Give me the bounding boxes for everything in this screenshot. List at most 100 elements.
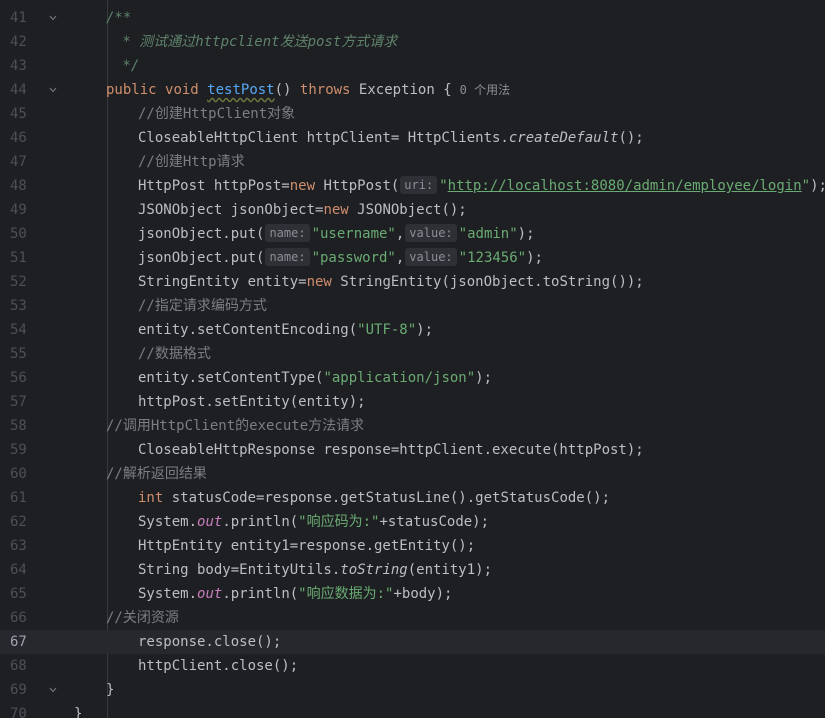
line-number[interactable]: 44 bbox=[0, 78, 50, 102]
chevron-down-icon[interactable] bbox=[48, 6, 62, 30]
line-number[interactable]: 42 bbox=[0, 30, 50, 54]
line-number[interactable]: 63 bbox=[0, 534, 50, 558]
chevron-down-icon[interactable] bbox=[48, 78, 62, 102]
line-number[interactable]: 69 bbox=[0, 678, 50, 702]
code-text[interactable]: } bbox=[106, 678, 114, 702]
code-line[interactable]: 65 System.out.println("响应数据为:"+body); bbox=[0, 582, 825, 606]
code-text[interactable]: response.close(); bbox=[138, 630, 281, 654]
code-line[interactable]: 49 JSONObject jsonObject=new JSONObject()… bbox=[0, 198, 825, 222]
code-line[interactable]: 66 //关闭资源 bbox=[0, 606, 825, 630]
code-line[interactable]: 69} bbox=[0, 678, 825, 702]
code-text[interactable]: httpPost.setEntity(entity); bbox=[138, 390, 366, 414]
line-number[interactable]: 56 bbox=[0, 366, 50, 390]
code-line[interactable]: 55 //数据格式 bbox=[0, 342, 825, 366]
code-token: , bbox=[395, 226, 405, 242]
keyword: new bbox=[306, 274, 341, 290]
code-text[interactable]: CloseableHttpResponse response=httpClien… bbox=[138, 438, 644, 462]
code-line[interactable]: 67 response.close(); bbox=[0, 630, 825, 654]
code-line[interactable]: 58 //调用HttpClient的execute方法请求 bbox=[0, 414, 825, 438]
code-text[interactable]: //解析返回结果 bbox=[106, 462, 207, 486]
code-token: HttpPost( bbox=[323, 178, 400, 194]
chevron-down-icon[interactable] bbox=[48, 678, 62, 702]
code-text[interactable]: jsonObject.put(name: "username", value: "ad… bbox=[138, 222, 535, 246]
line-number[interactable]: 59 bbox=[0, 438, 50, 462]
code-line[interactable]: 64 String body=EntityUtils.toString(entit… bbox=[0, 558, 825, 582]
code-line[interactable]: 44 public void testPost() throws Exceptio… bbox=[0, 78, 825, 102]
code-line[interactable]: 50 jsonObject.put(name: "username", value: "… bbox=[0, 222, 825, 246]
code-text[interactable]: JSONObject jsonObject=new JSONObject(); bbox=[138, 198, 467, 222]
code-text[interactable]: CloseableHttpClient httpClient= HttpClie… bbox=[138, 126, 644, 150]
code-line[interactable]: 45 //创建HttpClient对象 bbox=[0, 102, 825, 126]
code-text[interactable]: jsonObject.put(name: "password", value: "12… bbox=[138, 246, 543, 270]
code-line[interactable]: 57 httpPost.setEntity(entity); bbox=[0, 390, 825, 414]
code-text[interactable]: //指定请求编码方式 bbox=[138, 294, 267, 318]
code-token: ); bbox=[810, 178, 825, 194]
code-line[interactable]: 70} bbox=[0, 702, 825, 718]
code-text[interactable]: //创建Http请求 bbox=[138, 150, 245, 174]
code-text[interactable]: int statusCode=response.getStatusLine().… bbox=[138, 486, 610, 510]
code-text[interactable]: HttpEntity entity1=response.getEntity(); bbox=[138, 534, 475, 558]
code-text[interactable]: public void testPost() throws Exception … bbox=[106, 78, 510, 102]
line-number[interactable]: 50 bbox=[0, 222, 50, 246]
code-text[interactable]: */ bbox=[114, 54, 139, 78]
code-line[interactable]: 52 StringEntity entity=new StringEntity(j… bbox=[0, 270, 825, 294]
line-number[interactable]: 45 bbox=[0, 102, 50, 126]
line-number[interactable]: 43 bbox=[0, 54, 50, 78]
line-number[interactable]: 65 bbox=[0, 582, 50, 606]
code-text[interactable]: * 测试通过httpclient发送post方式请求 bbox=[114, 30, 397, 54]
code-line[interactable]: 54 entity.setContentEncoding("UTF-8"); bbox=[0, 318, 825, 342]
code-line[interactable]: 60 //解析返回结果 bbox=[0, 462, 825, 486]
line-number[interactable]: 60 bbox=[0, 462, 50, 486]
line-number[interactable]: 70 bbox=[0, 702, 50, 718]
code-line[interactable]: 59 CloseableHttpResponse response=httpCli… bbox=[0, 438, 825, 462]
code-line[interactable]: 53 //指定请求编码方式 bbox=[0, 294, 825, 318]
code-text[interactable]: /** bbox=[106, 6, 131, 30]
code-line[interactable]: 62 System.out.println("响应码为:"+statusCode)… bbox=[0, 510, 825, 534]
code-text[interactable]: //数据格式 bbox=[138, 342, 211, 366]
code-line[interactable]: 51 jsonObject.put(name: "password", value: "… bbox=[0, 246, 825, 270]
code-text[interactable]: httpClient.close(); bbox=[138, 654, 298, 678]
line-number[interactable]: 55 bbox=[0, 342, 50, 366]
line-number[interactable]: 49 bbox=[0, 198, 50, 222]
code-text[interactable]: StringEntity entity=new StringEntity(jso… bbox=[138, 270, 644, 294]
line-number[interactable]: 48 bbox=[0, 174, 50, 198]
code-line[interactable]: 47 //创建Http请求 bbox=[0, 150, 825, 174]
line-number[interactable]: 41 bbox=[0, 6, 50, 30]
code-text[interactable]: } bbox=[74, 702, 82, 718]
line-number[interactable]: 61 bbox=[0, 486, 50, 510]
code-line[interactable]: 42 * 测试通过httpclient发送post方式请求 bbox=[0, 30, 825, 54]
code-text[interactable]: System.out.println("响应码为:"+statusCode); bbox=[138, 510, 489, 534]
code-line[interactable]: 41 /** bbox=[0, 6, 825, 30]
line-number[interactable]: 54 bbox=[0, 318, 50, 342]
code-text[interactable]: entity.setContentType("application/json"… bbox=[138, 366, 492, 390]
line-number[interactable]: 58 bbox=[0, 414, 50, 438]
code-text[interactable]: //创建HttpClient对象 bbox=[138, 102, 295, 126]
code-text[interactable]: System.out.println("响应数据为:"+body); bbox=[138, 582, 452, 606]
keyword: throws bbox=[299, 82, 359, 98]
code-line[interactable]: 61 int statusCode=response.getStatusLine(… bbox=[0, 486, 825, 510]
code-text[interactable]: entity.setContentEncoding("UTF-8"); bbox=[138, 318, 433, 342]
code-editor[interactable]: 41/** 42 * 测试通过httpclient发送post方式请求 43 */4… bbox=[0, 0, 825, 718]
code-line[interactable]: 46 CloseableHttpClient httpClient= HttpCl… bbox=[0, 126, 825, 150]
line-number[interactable]: 47 bbox=[0, 150, 50, 174]
code-line[interactable]: 63 HttpEntity entity1=response.getEntity(… bbox=[0, 534, 825, 558]
line-number[interactable]: 51 bbox=[0, 246, 50, 270]
line-number[interactable]: 53 bbox=[0, 294, 50, 318]
code-line[interactable]: 48 HttpPost httpPost=new HttpPost(uri: "ht… bbox=[0, 174, 825, 198]
line-number[interactable]: 67 bbox=[0, 630, 50, 654]
line-number[interactable]: 64 bbox=[0, 558, 50, 582]
code-line[interactable]: 43 */ bbox=[0, 54, 825, 78]
line-number[interactable]: 52 bbox=[0, 270, 50, 294]
code-line[interactable]: 68 httpClient.close(); bbox=[0, 654, 825, 678]
code-text[interactable]: //调用HttpClient的execute方法请求 bbox=[106, 414, 364, 438]
line-number[interactable]: 57 bbox=[0, 390, 50, 414]
code-text[interactable]: String body=EntityUtils.toString(entity1… bbox=[138, 558, 492, 582]
code-text[interactable]: HttpPost httpPost=new HttpPost(uri: "http… bbox=[138, 174, 825, 198]
line-number[interactable]: 46 bbox=[0, 126, 50, 150]
code-text[interactable]: //关闭资源 bbox=[106, 606, 179, 630]
line-number[interactable]: 66 bbox=[0, 606, 50, 630]
line-number[interactable]: 68 bbox=[0, 654, 50, 678]
string-literal[interactable]: http://localhost:8080/admin/employee/log… bbox=[448, 178, 802, 194]
code-line[interactable]: 56 entity.setContentType("application/jso… bbox=[0, 366, 825, 390]
line-number[interactable]: 62 bbox=[0, 510, 50, 534]
